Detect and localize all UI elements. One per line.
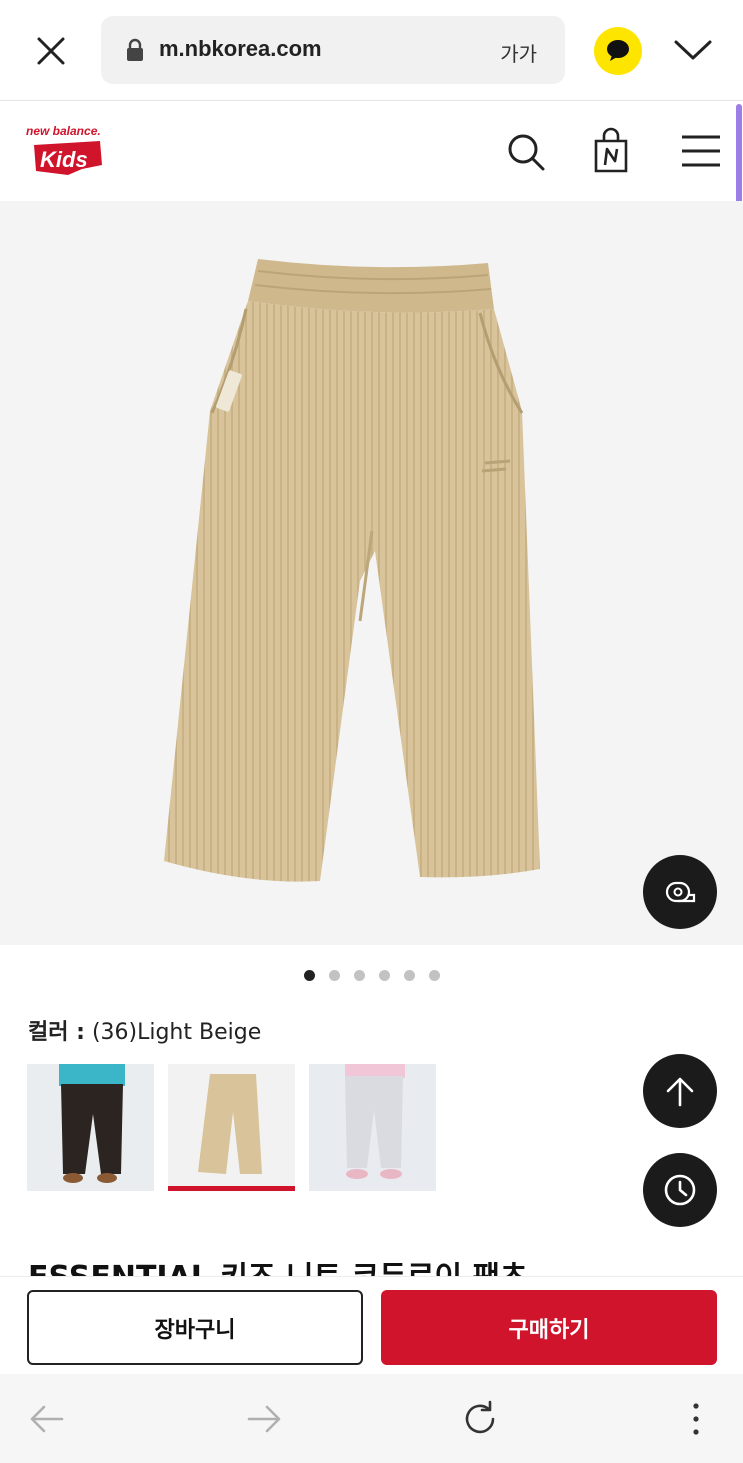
close-icon[interactable] <box>28 28 74 74</box>
tape-measure-icon <box>665 881 696 903</box>
back-arrow-icon[interactable] <box>26 1398 68 1440</box>
clock-icon <box>664 1174 696 1206</box>
hamburger-menu-icon[interactable] <box>678 127 724 175</box>
buy-now-button[interactable]: 구매하기 <box>381 1290 717 1365</box>
swatch-image <box>345 1064 405 1179</box>
kakao-share-button[interactable] <box>594 27 642 75</box>
carousel-dot[interactable] <box>378 970 390 981</box>
scroll-to-top-button[interactable] <box>643 1054 717 1128</box>
swatch-image <box>59 1064 125 1183</box>
color-value: (36)Light Beige <box>91 1020 262 1045</box>
dark-brown-pants-swatch[interactable] <box>27 1064 154 1191</box>
color-label: 컬러 : <box>28 1020 85 1045</box>
site-header: new balance. Kids <box>0 101 743 201</box>
carousel-dot[interactable] <box>428 970 440 981</box>
light-grey-pants-swatch[interactable] <box>309 1064 436 1191</box>
size-guide-button[interactable] <box>643 855 717 929</box>
carousel-dot[interactable] <box>353 970 365 981</box>
lock-icon <box>127 38 143 61</box>
forward-arrow-icon[interactable] <box>243 1398 285 1440</box>
brand-top-text: new balance. <box>26 124 101 138</box>
carousel-pagination <box>0 970 743 984</box>
speech-bubble-icon <box>607 40 629 61</box>
search-icon[interactable] <box>503 127 549 175</box>
carousel-dot[interactable] <box>403 970 415 981</box>
font-size-button[interactable]: 가가 <box>500 38 537 67</box>
brand-bottom-text: Kids <box>40 147 88 172</box>
browser-navigation-bar <box>0 1374 743 1463</box>
recently-viewed-button[interactable] <box>643 1153 717 1227</box>
address-bar[interactable]: m.nbkorea.com 가가 <box>101 16 565 84</box>
refresh-icon[interactable] <box>459 1398 501 1440</box>
color-swatches <box>27 1064 436 1191</box>
purchase-action-bar: 장바구니 구매하기 <box>0 1276 743 1374</box>
chevron-down-icon[interactable] <box>670 30 716 70</box>
product-image-carousel[interactable] <box>0 201 743 945</box>
add-to-cart-button[interactable]: 장바구니 <box>27 1290 363 1365</box>
carousel-dot[interactable] <box>303 970 315 981</box>
swatch-image <box>198 1074 262 1174</box>
shopping-bag-icon[interactable] <box>588 127 634 175</box>
more-options-icon[interactable] <box>675 1398 717 1440</box>
carousel-dot[interactable] <box>328 970 340 981</box>
product-image <box>164 259 540 882</box>
arrow-up-icon <box>666 1077 694 1107</box>
url-text: m.nbkorea.com <box>159 36 322 61</box>
browser-toolbar: m.nbkorea.com 가가 <box>0 0 743 101</box>
new-balance-kids-logo[interactable]: new balance. Kids <box>22 119 122 183</box>
color-selection-label: 컬러 : (36)Light Beige <box>28 1014 261 1046</box>
light-beige-pants-swatch[interactable] <box>168 1064 295 1191</box>
